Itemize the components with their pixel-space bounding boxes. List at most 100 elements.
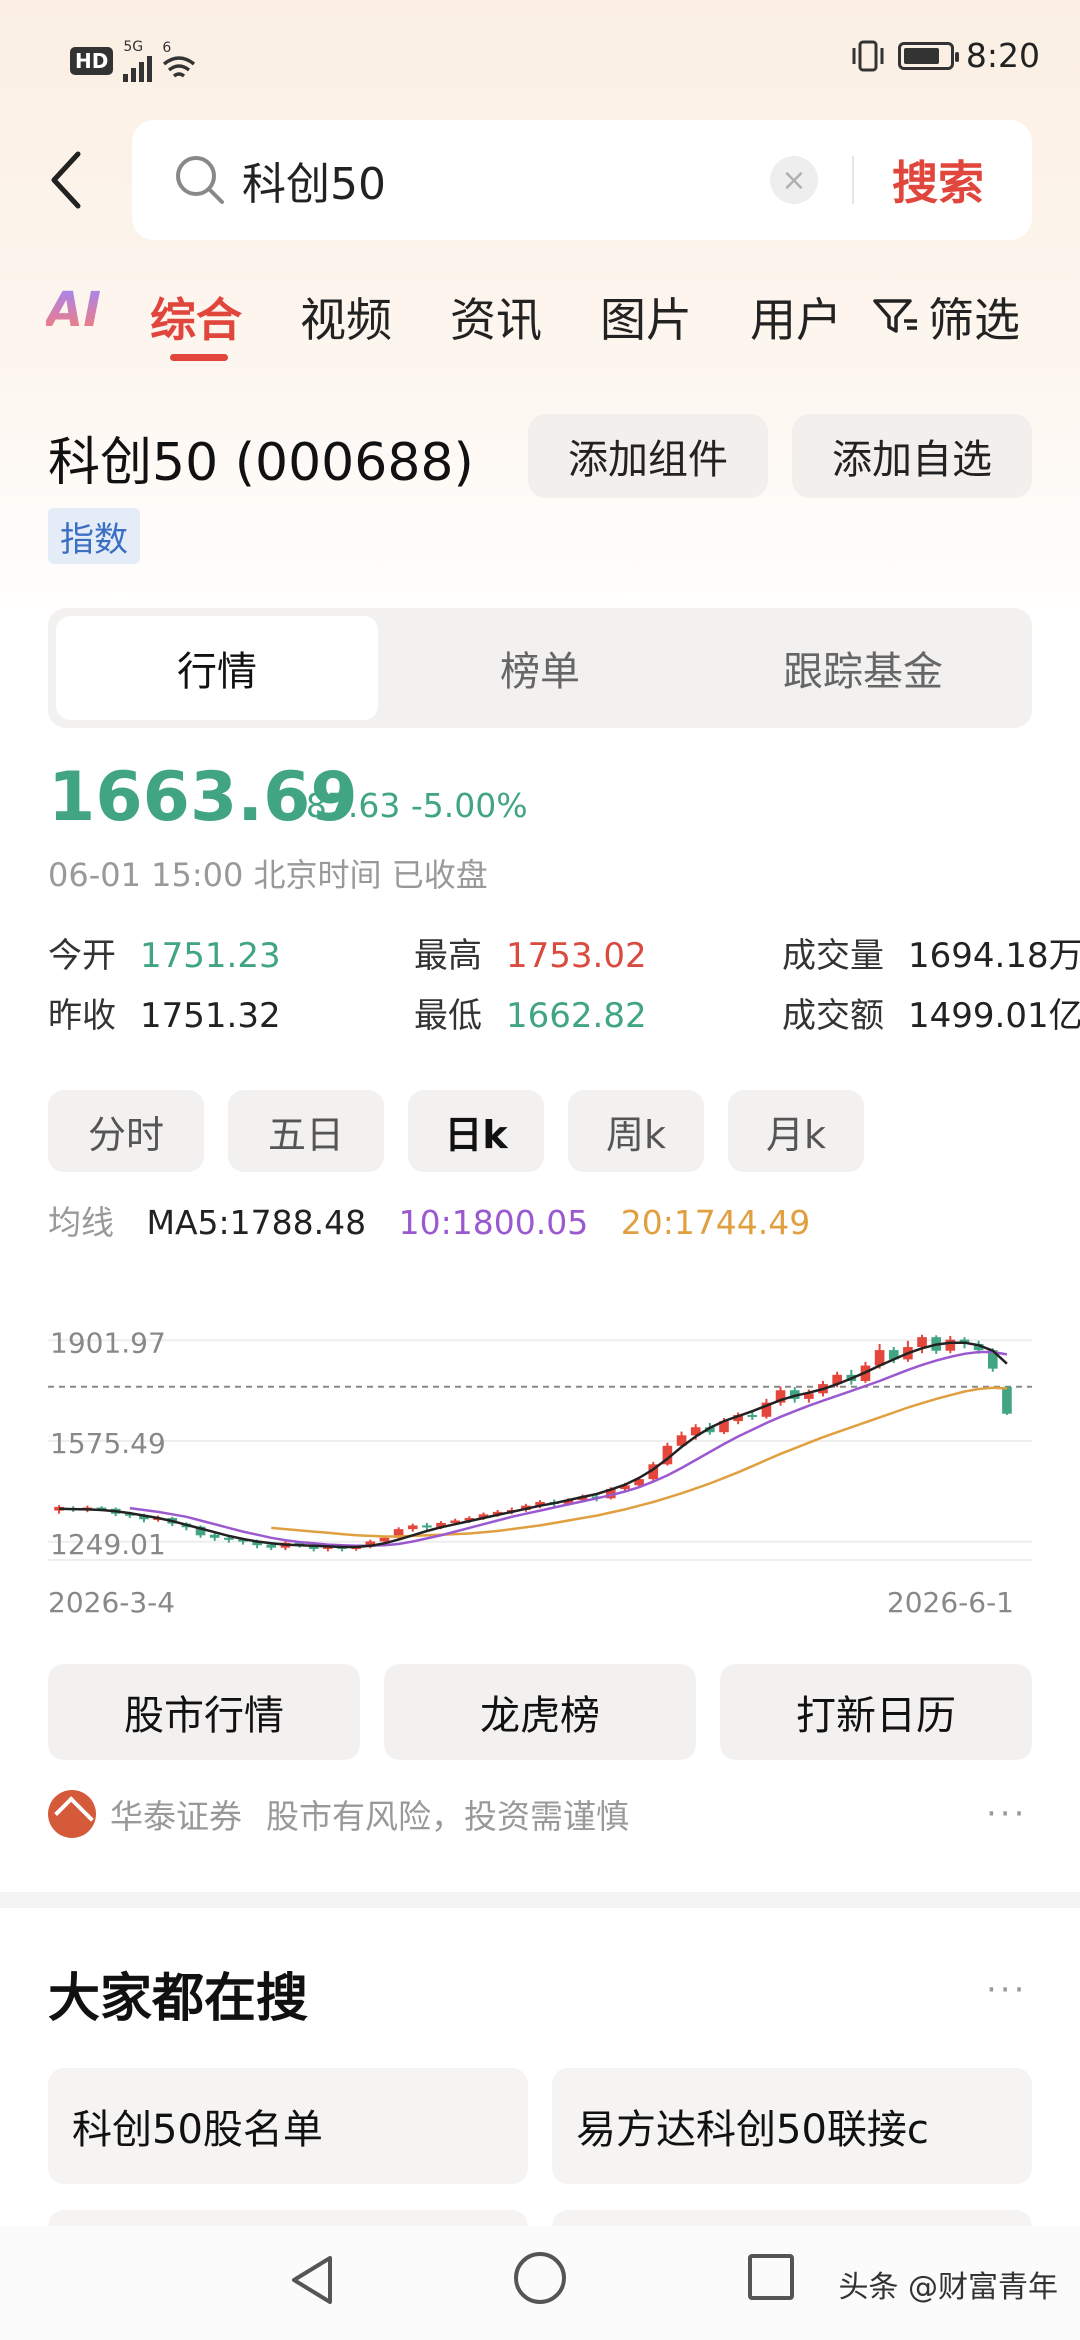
system-nav-bar: 头条 @财富青年 bbox=[0, 2226, 1080, 2340]
quick-link-market[interactable]: 股市行情 bbox=[48, 1664, 360, 1760]
stat-open-value: 1751.23 bbox=[140, 936, 281, 976]
period-daily-k[interactable]: 日k bbox=[408, 1090, 544, 1172]
wifi-6: 6 bbox=[162, 41, 196, 81]
segment-quote[interactable]: 行情 bbox=[56, 616, 378, 720]
ma5-line bbox=[59, 1341, 1008, 1549]
status-bar: HD 5G 6 8:20 bbox=[0, 0, 1080, 120]
search-bar[interactable]: 科创50 × 搜索 bbox=[132, 120, 1032, 240]
stat-volume-value: 1694.18万 bbox=[908, 936, 1080, 976]
network-type-label: 5G bbox=[123, 39, 144, 55]
stat-low-label: 最低 bbox=[414, 996, 482, 1036]
price-change-value: -87.63 bbox=[294, 786, 401, 825]
tab-comprehensive[interactable]: 综合 bbox=[150, 284, 242, 350]
stat-prev-close: 昨收 1751.32 bbox=[48, 988, 281, 1037]
clear-search-button[interactable]: × bbox=[770, 156, 818, 204]
quote-segment-control: 行情 榜单 跟踪基金 bbox=[48, 608, 1032, 728]
stat-high: 最高 1753.02 bbox=[414, 928, 647, 977]
clock: 8:20 bbox=[965, 36, 1040, 75]
section-separator bbox=[0, 1892, 1080, 1908]
tab-filter[interactable]: 筛选 bbox=[872, 284, 1020, 350]
chart-end-date: 2026-6-1 bbox=[886, 1586, 1014, 1619]
tab-images[interactable]: 图片 bbox=[600, 284, 692, 350]
price-change: -87.63 -5.00% bbox=[294, 786, 528, 825]
candle-body bbox=[379, 1537, 390, 1542]
segment-ranking[interactable]: 榜单 bbox=[379, 616, 701, 720]
search-submit-button[interactable]: 搜索 bbox=[892, 147, 984, 213]
quote-time: 06-01 15:00 北京时间 已收盘 bbox=[48, 856, 488, 894]
hot-search-title: 大家都在搜 bbox=[48, 1969, 309, 2029]
add-watchlist-button[interactable]: 添加自选 bbox=[792, 414, 1032, 498]
active-tab-indicator bbox=[170, 354, 228, 361]
ma20-line bbox=[271, 1386, 1007, 1538]
period-intraday[interactable]: 分时 bbox=[48, 1090, 204, 1172]
segment-tracking-funds[interactable]: 跟踪基金 bbox=[702, 616, 1024, 720]
tab-users[interactable]: 用户 bbox=[750, 284, 842, 350]
stat-low: 最低 1662.82 bbox=[414, 988, 647, 1037]
search-divider bbox=[852, 156, 854, 204]
hot-search-item[interactable]: 科创50股名单 bbox=[48, 2068, 528, 2184]
hot-search-item[interactable]: 易方达科创50联接c bbox=[552, 2068, 1032, 2184]
index-title: 科创50 (000688) bbox=[48, 433, 474, 493]
stat-high-value: 1753.02 bbox=[506, 936, 647, 976]
broker-more-button[interactable]: ··· bbox=[986, 1794, 1027, 1834]
stat-high-label: 最高 bbox=[414, 936, 482, 976]
y-tick-label: 1901.97 bbox=[50, 1326, 166, 1359]
battery-icon bbox=[897, 41, 959, 70]
quick-link-dragon-tiger[interactable]: 龙虎榜 bbox=[384, 1664, 696, 1760]
hd-badge: HD bbox=[70, 47, 114, 75]
nav-home-icon[interactable] bbox=[514, 2252, 566, 2304]
stat-low-value: 1662.82 bbox=[506, 996, 647, 1036]
back-button[interactable] bbox=[36, 140, 96, 220]
search-input[interactable]: 科创50 bbox=[242, 148, 770, 212]
ma10-line bbox=[129, 1350, 1008, 1548]
kline-chart[interactable]: 1901.97 1575.49 1249.01 bbox=[48, 1290, 1032, 1630]
stat-volume-label: 成交量 bbox=[782, 936, 884, 976]
chevron-left-icon bbox=[51, 151, 81, 209]
kline-svg: 1901.97 1575.49 1249.01 bbox=[48, 1326, 1032, 1561]
y-tick-label: 1575.49 bbox=[50, 1427, 166, 1460]
search-icon bbox=[176, 156, 224, 204]
vibrate-icon bbox=[852, 40, 884, 71]
close-icon: × bbox=[781, 162, 807, 198]
period-five-day[interactable]: 五日 bbox=[228, 1090, 384, 1172]
candle-body bbox=[917, 1337, 927, 1348]
tab-news[interactable]: 资讯 bbox=[450, 284, 542, 350]
ma5-value: MA5:1788.48 bbox=[146, 1203, 367, 1242]
nav-back-icon[interactable] bbox=[286, 2252, 338, 2308]
signal-5g: 5G bbox=[123, 39, 153, 82]
candle-body bbox=[1002, 1386, 1012, 1414]
add-widget-button[interactable]: 添加组件 bbox=[528, 414, 768, 498]
stat-prev-close-value: 1751.32 bbox=[140, 996, 281, 1036]
broker-name[interactable]: 华泰证券 bbox=[110, 1790, 242, 1838]
period-weekly-k[interactable]: 周k bbox=[568, 1090, 704, 1172]
candle-body bbox=[422, 1525, 432, 1528]
tab-ai[interactable]: AI bbox=[46, 282, 101, 338]
status-right: 8:20 bbox=[850, 36, 1040, 75]
broker-notice: 华泰证券 股市有风险，投资需谨慎 bbox=[48, 1790, 629, 1838]
filter-icon bbox=[873, 299, 917, 333]
stat-amount-label: 成交额 bbox=[782, 996, 884, 1036]
stat-open-label: 今开 bbox=[48, 936, 116, 976]
tab-video[interactable]: 视频 bbox=[300, 284, 392, 350]
ma20-value: 20:1744.49 bbox=[620, 1203, 811, 1242]
nav-recent-apps-icon[interactable] bbox=[748, 2254, 794, 2300]
wifi-icon bbox=[163, 56, 196, 78]
candle-body bbox=[407, 1525, 418, 1530]
period-monthly-k[interactable]: 月k bbox=[728, 1090, 864, 1172]
hot-search-more-button[interactable]: ··· bbox=[986, 1970, 1027, 2010]
stat-prev-close-label: 昨收 bbox=[48, 996, 116, 1036]
y-tick-label: 1249.01 bbox=[50, 1528, 166, 1561]
chart-start-date: 2026-3-4 bbox=[48, 1586, 176, 1619]
signal-bars-icon bbox=[123, 54, 153, 82]
risk-notice: 股市有风险，投资需谨慎 bbox=[266, 1797, 629, 1836]
index-type-tag: 指数 bbox=[48, 508, 140, 564]
watermark: 头条 @财富青年 bbox=[838, 2270, 1058, 2305]
moving-average-legend: 均线 MA5:1788.48 10:1800.05 20:1744.49 bbox=[48, 1196, 832, 1244]
candle-body bbox=[945, 1339, 956, 1351]
candle-body bbox=[224, 1537, 234, 1540]
candle-body bbox=[266, 1544, 277, 1548]
broker-logo-icon bbox=[48, 1790, 96, 1838]
stat-open: 今开 1751.23 bbox=[48, 928, 281, 977]
quick-link-ipo-calendar[interactable]: 打新日历 bbox=[720, 1664, 1032, 1760]
price-change-percent: -5.00% bbox=[410, 786, 528, 825]
